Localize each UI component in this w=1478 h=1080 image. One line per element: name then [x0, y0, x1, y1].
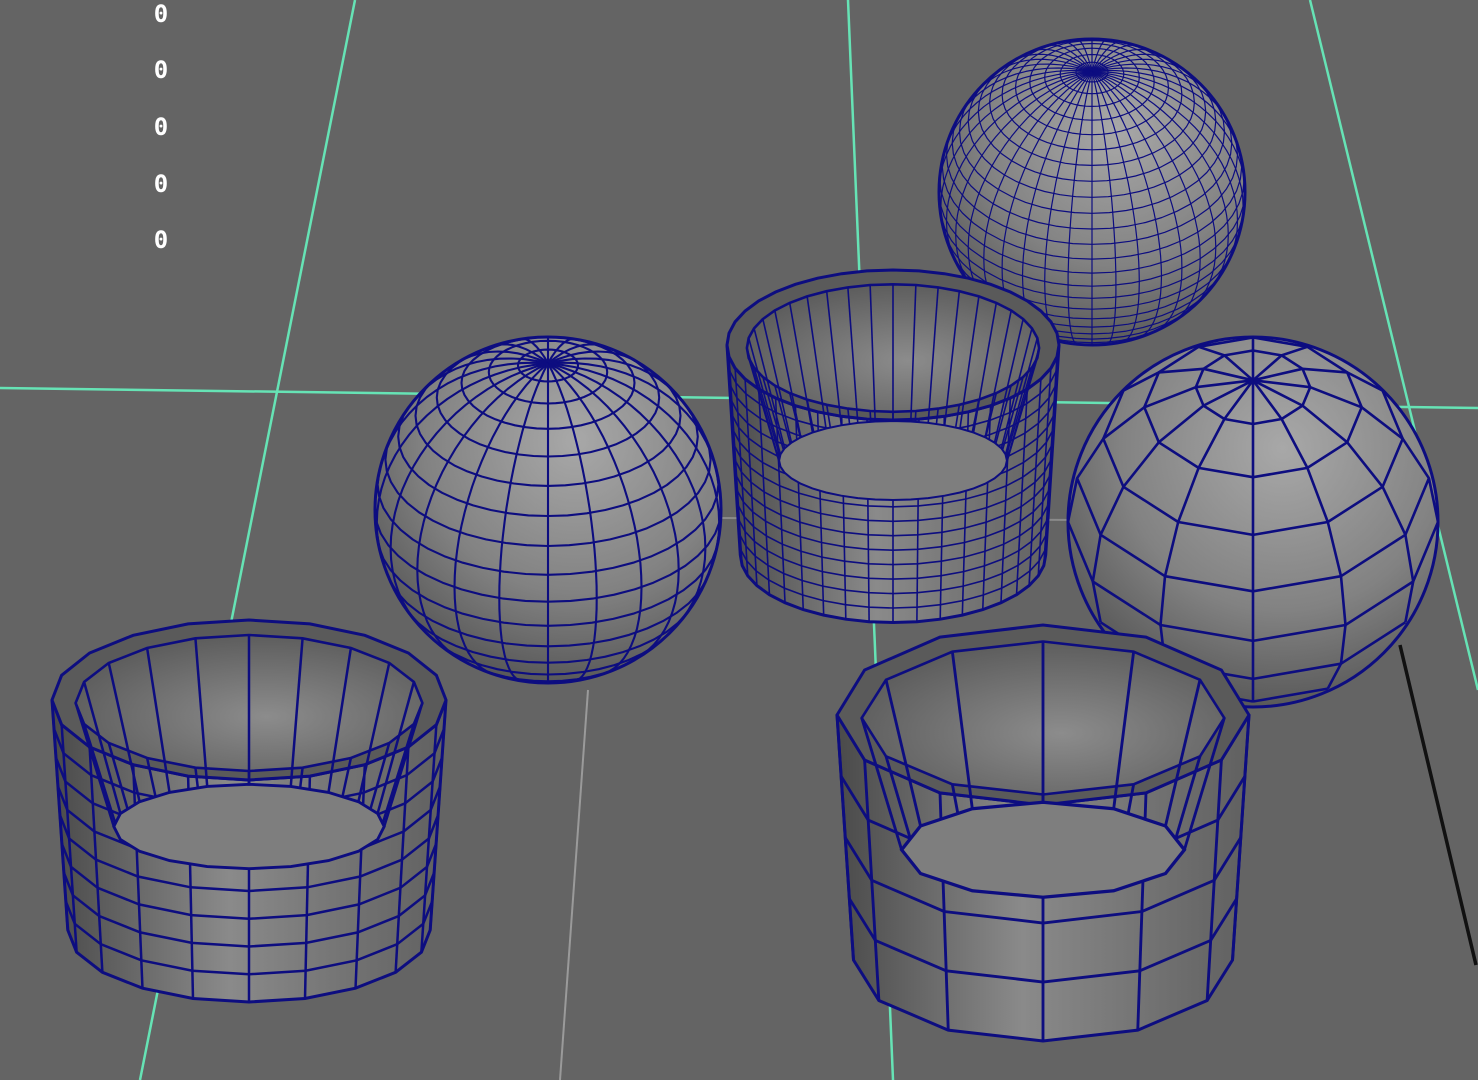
bowl-dense[interactable]: [725, 268, 1061, 625]
scene-canvas[interactable]: [0, 0, 1478, 1080]
wireframe: [373, 336, 723, 684]
hud-value: 0: [153, 56, 169, 84]
sphere-medium[interactable]: [373, 335, 723, 685]
bowl-medium[interactable]: [50, 618, 448, 1004]
bowl-floor: [899, 800, 1187, 899]
axis-line: [1398, 644, 1478, 966]
bowl-floor: [112, 782, 386, 871]
hud-value: 0: [153, 113, 169, 141]
hud-value: 0: [153, 0, 169, 28]
hud-readout: 0 0 0 0 0: [147, 0, 177, 260]
hud-value: 0: [153, 170, 169, 198]
hud-value: 0: [153, 226, 169, 254]
grid-line: [559, 689, 589, 1080]
scene-objects: [50, 37, 1440, 1043]
bowl-low[interactable]: [835, 623, 1251, 1043]
3d-viewport[interactable]: 0 0 0 0 0: [0, 0, 1478, 1080]
bowl-floor: [778, 419, 1008, 502]
